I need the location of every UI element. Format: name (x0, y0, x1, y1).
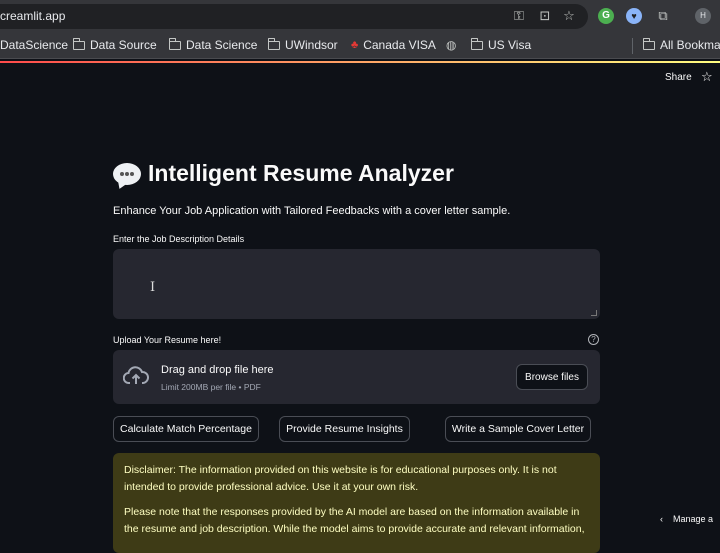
disclaimer-alert: Disclaimer: The information provided on … (113, 453, 600, 553)
speech-balloon-icon (113, 162, 141, 185)
disclaimer-paragraph: Disclaimer: The information provided on … (124, 464, 557, 493)
bookmark-globe[interactable]: ◍ (446, 38, 456, 52)
bookmarks-divider (632, 38, 633, 54)
disclaimer-paragraph: Please note that the responses provided … (124, 506, 585, 535)
browser-toolbar: creamlit.app ⚿ ⊡ ☆ G ♥ ⧉ H (0, 0, 720, 33)
maple-leaf-icon: ♣ (351, 39, 359, 51)
address-bar[interactable]: creamlit.app (0, 4, 588, 29)
calculate-match-button[interactable]: Calculate Match Percentage (113, 416, 259, 442)
key-icon[interactable]: ⚿ (511, 8, 527, 24)
text-cursor-icon: I (150, 280, 156, 295)
resize-handle-icon[interactable] (591, 310, 597, 316)
job-description-label: Enter the Job Description Details (113, 234, 245, 244)
folder-icon (642, 37, 655, 50)
grammarly-icon[interactable]: G (598, 8, 614, 24)
bookmark-all-bookmarks[interactable]: All Bookma (642, 37, 720, 52)
resume-insights-button[interactable]: Provide Resume Insights (279, 416, 410, 442)
job-description-textarea[interactable] (113, 249, 600, 319)
page-subtitle: Enhance Your Job Application with Tailor… (113, 205, 511, 217)
chevron-left-icon: ‹ (660, 514, 663, 524)
url-text[interactable]: creamlit.app (0, 9, 65, 23)
bookmark-star-icon[interactable]: ☆ (561, 8, 577, 24)
bookmark-data-science[interactable]: Data Science (168, 37, 257, 52)
profile-avatar[interactable]: H (695, 8, 711, 24)
folder-icon (168, 37, 181, 50)
question-circle-icon[interactable]: ? (588, 334, 599, 345)
cover-letter-button[interactable]: Write a Sample Cover Letter (445, 416, 591, 442)
extensions-puzzle-icon[interactable]: ⧉ (655, 8, 671, 24)
share-button[interactable]: Share (665, 72, 692, 83)
bookmark-canada-visa[interactable]: ♣ Canada VISA (351, 38, 436, 52)
upload-label: Upload Your Resume here! (113, 335, 222, 345)
manage-app-button[interactable]: ‹ Manage a (660, 514, 713, 524)
install-icon[interactable]: ⊡ (537, 8, 553, 24)
page-title: Intelligent Resume Analyzer (113, 160, 454, 187)
folder-icon (72, 37, 85, 50)
cloud-upload-icon (123, 366, 149, 384)
globe-icon: ◍ (446, 38, 457, 52)
file-dropzone[interactable]: Drag and drop file here Limit 200MB per … (113, 350, 600, 404)
dropzone-subtitle: Limit 200MB per file • PDF (161, 382, 261, 392)
folder-icon (267, 37, 280, 50)
browse-files-button[interactable]: Browse files (516, 364, 588, 390)
bookmark-us-visa[interactable]: US Visa (470, 37, 531, 52)
bookmark-data-source[interactable]: Data Source (72, 37, 157, 52)
bookmark-uwindsor[interactable]: UWindsor (267, 37, 338, 52)
streamlit-decoration-bar (0, 61, 720, 63)
folder-icon (470, 37, 483, 50)
bookmark-datascience[interactable]: DataScience (0, 38, 68, 52)
dropzone-title: Drag and drop file here (161, 364, 274, 376)
shield-extension-icon[interactable]: ♥ (626, 8, 642, 24)
star-icon[interactable]: ☆ (701, 69, 713, 85)
